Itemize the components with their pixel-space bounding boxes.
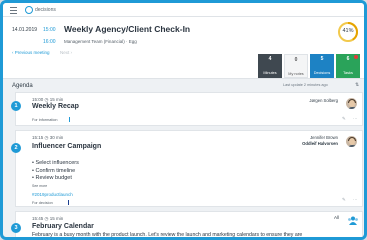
see-more-link[interactable]: See more [32, 184, 47, 188]
sort-icon[interactable]: ⇅ [355, 82, 359, 88]
app-window: decisions 14.01.2019 15:00 Weekly Agency… [0, 0, 367, 240]
agenda-item[interactable]: 3 15:45 ◷ 15 min February Calendar All F… [11, 211, 363, 238]
edit-icon[interactable]: ✎ [342, 197, 346, 203]
hashtag-link[interactable]: #2019productlaunch [32, 192, 73, 197]
meeting-progress-ring: 41% [337, 21, 359, 43]
hamburger-menu-icon[interactable] [10, 7, 17, 14]
item-presenter: Oddleif Halvorsen [302, 141, 338, 146]
item-bullet-list: • Select influencers • Confirm timeline … [32, 160, 79, 183]
stats-bar: 4 Minutes 0 My notes 5 Decisions 6 Tasks [258, 54, 360, 78]
edit-icon[interactable]: ✎ [342, 116, 346, 122]
decisions-label: Decisions [313, 71, 331, 75]
item-time: 15:45 ◷ 15 min [32, 216, 64, 221]
decisions-stat-button[interactable]: 5 Decisions [310, 54, 334, 78]
minutes-label: Minutes [263, 71, 277, 75]
meeting-date: 14.01.2019 [12, 27, 38, 33]
logo-icon [25, 6, 33, 14]
tasks-label: Tasks [343, 71, 353, 75]
item-time: 15:15 ◷ 30 min [32, 135, 64, 140]
item-number-badge: 2 [11, 143, 21, 153]
progress-label: 41% [342, 28, 354, 34]
my-notes-stat-button[interactable]: 0 My notes [284, 54, 308, 78]
meeting-start-time: 15:00 [43, 27, 56, 33]
last-update-text: Last update 2 minutes ago [283, 83, 328, 87]
item-title: Weekly Recap [32, 103, 79, 110]
agenda-heading: Agenda [12, 83, 33, 89]
agenda-item[interactable]: 1 15:00 ◷ 15 min Weekly Recap Jørgen Sol… [11, 92, 363, 126]
item-type-chip: For decision [32, 201, 53, 205]
agenda-item[interactable]: 2 15:15 ◷ 30 min Influencer Campaign Jen… [11, 130, 363, 207]
minutes-stat-button[interactable]: 4 Minutes [258, 54, 282, 78]
my-notes-count: 0 [294, 57, 298, 63]
item-type-indicator [68, 200, 69, 205]
meeting-title: Weekly Agency/Client Check-In [64, 24, 191, 34]
more-options-icon[interactable]: ⋯ [353, 116, 358, 122]
presenter-avatar[interactable] [345, 135, 358, 148]
next-meeting-link[interactable]: Next › [60, 50, 72, 55]
item-presenter: Jennifer Brown [310, 135, 338, 140]
presenter-avatar[interactable] [345, 97, 358, 110]
item-title: Influencer Campaign [32, 143, 102, 150]
more-options-icon[interactable]: ⋯ [353, 197, 358, 203]
bullet-item: • Select influencers [32, 160, 79, 166]
meeting-header: 14.01.2019 15:00 Weekly Agency/Client Ch… [3, 17, 364, 79]
minutes-count: 4 [268, 56, 272, 62]
bullet-item: • Review budget [32, 175, 72, 181]
item-number-badge: 1 [11, 101, 21, 111]
tasks-alert-badge [354, 55, 358, 59]
meeting-end-time: 16:00 [43, 39, 56, 45]
group-icon [348, 216, 358, 225]
logo-text: decisions [35, 7, 56, 13]
item-description: February is a busy month with the produc… [32, 232, 303, 238]
decisions-count: 5 [320, 56, 324, 62]
previous-meeting-link[interactable]: ‹ Previous meeting [12, 50, 50, 55]
item-audience: All [334, 215, 340, 220]
meeting-team: Management Team (Financial) · Egg [64, 39, 137, 44]
bullet-item: • Confirm timeline [32, 167, 76, 174]
item-type-chip: For information [32, 118, 58, 122]
item-title: February Calendar [32, 223, 94, 230]
top-bar: decisions [3, 3, 364, 17]
my-notes-label: My notes [288, 72, 304, 76]
tasks-stat-button[interactable]: 6 Tasks [336, 54, 360, 78]
item-number-badge: 3 [11, 223, 21, 233]
item-type-indicator [69, 117, 70, 122]
item-presenter: Jørgen Solberg [309, 98, 338, 103]
